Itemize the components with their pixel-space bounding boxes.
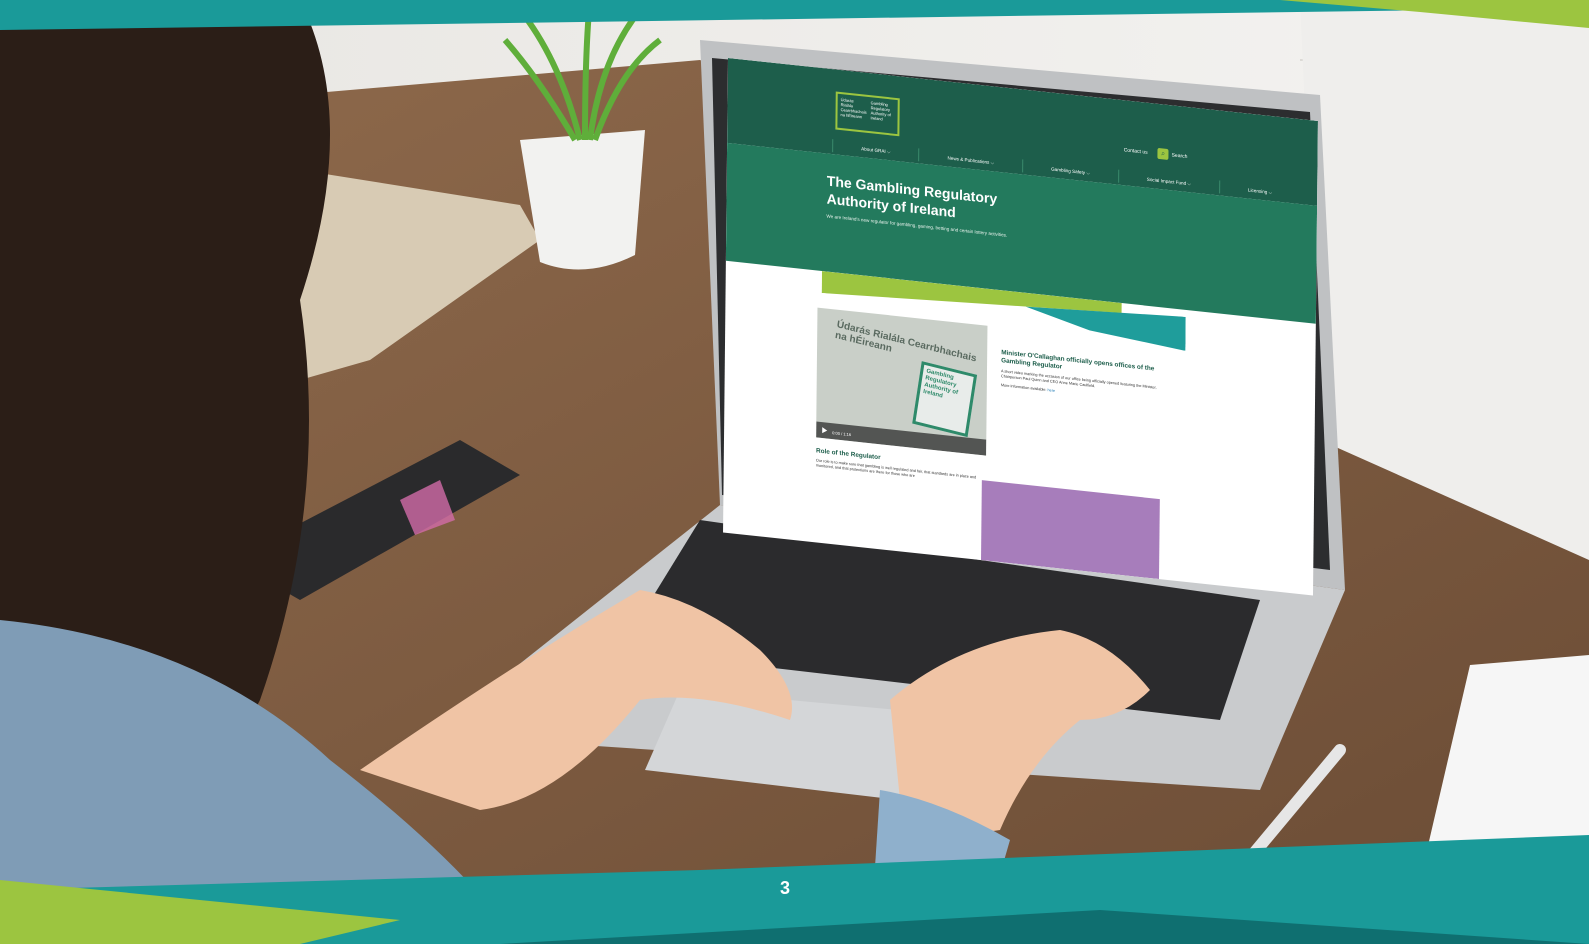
news-more-prefix: More information available: [1000,383,1047,393]
search-icon: ⌕ [1157,147,1169,161]
plant-pot [520,130,645,270]
video-player[interactable]: Údarás Rialála Cearrbhachais na hÉireann… [816,307,988,456]
video-sign-irish: Údarás Rialála Cearrbhachais na hÉireann [834,319,978,365]
site-logo[interactable]: Údarás Rialála Cearrbhachais na hÉireann… [835,91,900,137]
search-button[interactable]: ⌕ Search [1157,147,1188,162]
news-more-link[interactable]: here [1047,388,1055,393]
page-number: 3 [779,878,790,898]
play-icon[interactable] [822,427,828,434]
header-links: Contact us ⌕ Search [1124,144,1188,162]
laptop-website: Údarás Rialála Cearrbhachais na hÉireann… [723,58,1318,596]
photo-scene: Údarás Rialála Cearrbhachais na hÉireann… [0,0,1589,944]
contact-link[interactable]: Contact us [1124,147,1148,156]
news-item: Minister O'Callaghan officially opens of… [1001,349,1176,407]
video-sign-english: Gambling Regulatory Authority of Ireland [912,361,978,438]
logo-irish-text: Údarás Rialála Cearrbhachais na hÉireann [840,97,867,120]
search-label: Search [1171,151,1188,160]
logo-english-text: Gambling Regulatory Authority of Ireland [870,100,891,122]
